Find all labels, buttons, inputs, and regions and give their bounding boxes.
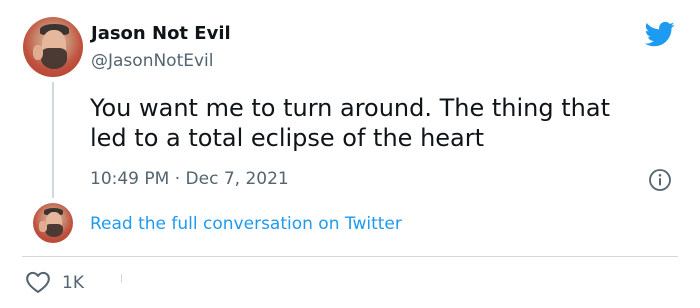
info-icon[interactable]: [648, 168, 672, 192]
twitter-bird-icon[interactable]: [643, 19, 677, 49]
action-separator: [121, 274, 122, 283]
tweet-text-line-2: led to a total eclipse of the heart: [90, 124, 485, 152]
divider: [22, 256, 678, 257]
author-name[interactable]: Jason Not Evil: [91, 22, 231, 46]
tweet-text-line-1: You want me to turn around. The thing th…: [90, 94, 610, 122]
author-handle[interactable]: @JasonNotEvil: [91, 49, 214, 73]
avatar-beard: [45, 223, 63, 238]
tweet-text: You want me to turn around. The thing th…: [90, 93, 670, 153]
heart-icon[interactable]: [25, 270, 51, 294]
avatar-hand: [39, 221, 47, 232]
thread-connector-line: [52, 82, 54, 198]
reply-avatar[interactable]: [33, 203, 73, 243]
tweet-card: Jason Not Evil @JasonNotEvil You want me…: [0, 0, 700, 308]
avatar-beard: [41, 48, 68, 69]
read-conversation-link[interactable]: Read the full conversation on Twitter: [90, 212, 402, 236]
like-count[interactable]: 1K: [62, 271, 84, 295]
avatar-hand: [32, 44, 44, 61]
author-avatar[interactable]: [23, 17, 83, 77]
tweet-timestamp[interactable]: 10:49 PM · Dec 7, 2021: [90, 167, 289, 191]
